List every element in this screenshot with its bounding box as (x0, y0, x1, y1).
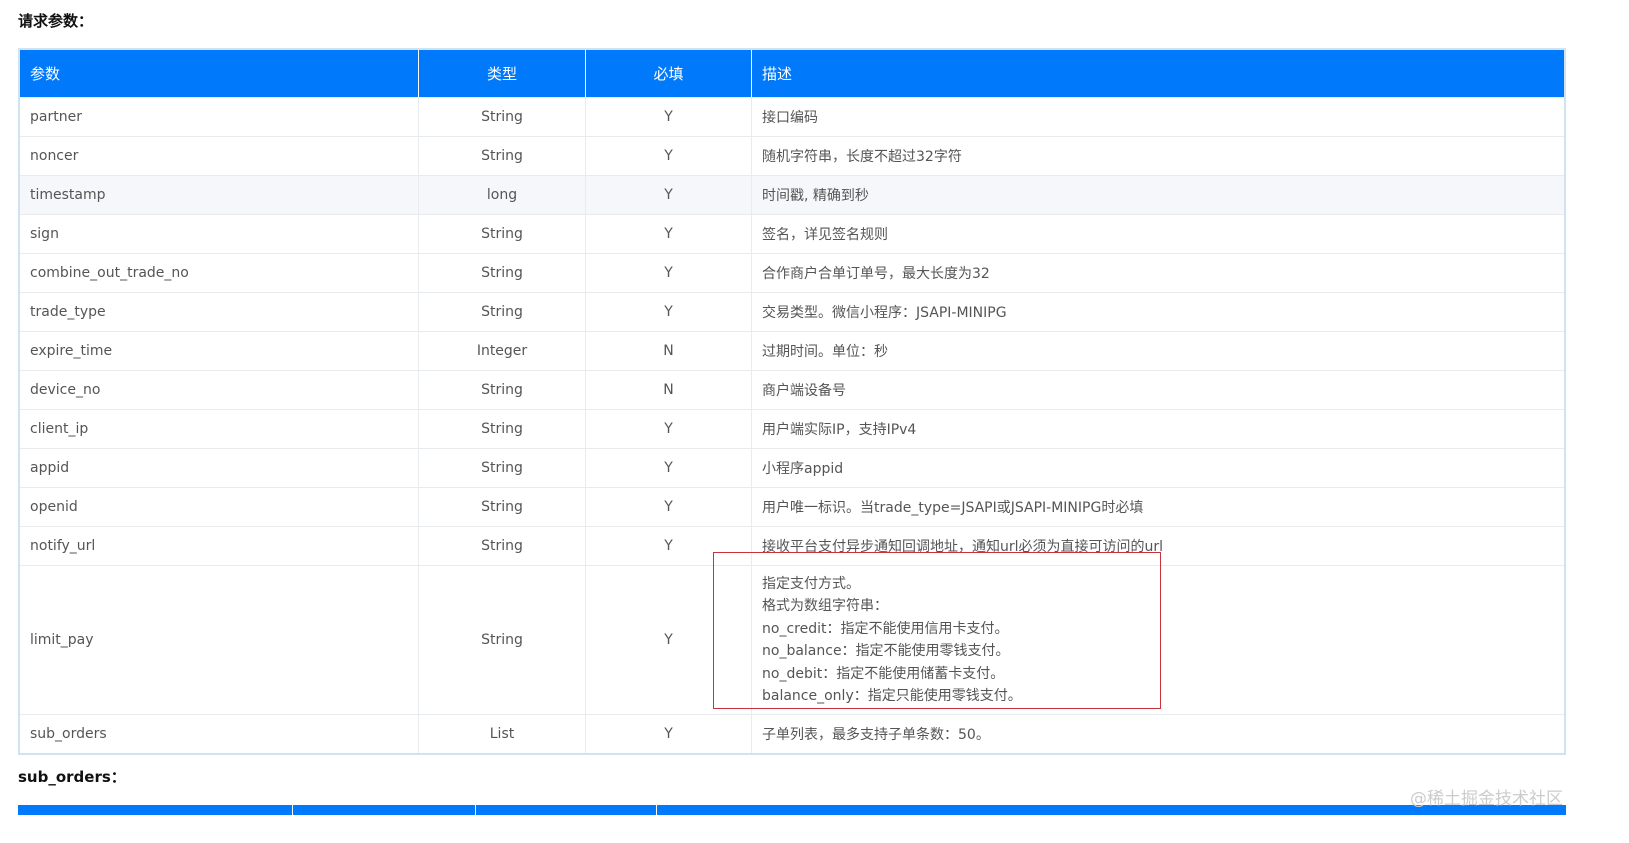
cell-type: long (418, 175, 586, 215)
table-row: combine_out_trade_no String Y 合作商户合单订单号，最大长… (19, 253, 1566, 293)
cell-desc: 用户端实际IP，支持IPv4 (751, 409, 1566, 449)
cell-param: combine_out_trade_no (19, 253, 419, 293)
cell-param: notify_url (19, 526, 419, 566)
table-row: appid String Y 小程序appid (19, 448, 1566, 488)
cell-param: sign (19, 214, 419, 254)
cell-type: String (418, 97, 586, 137)
cell-type: Integer (418, 331, 586, 371)
cell-desc: 随机字符串，长度不超过32字符 (751, 136, 1566, 176)
cell-required: Y (585, 448, 752, 488)
cell-required: Y (585, 136, 752, 176)
table-row: openid String Y 用户唯一标识。当trade_type=JSAPI或JS… (19, 487, 1566, 527)
cell-type: String (418, 136, 586, 176)
cell-desc: 合作商户合单订单号，最大长度为32 (751, 253, 1566, 293)
cell-required: N (585, 331, 752, 371)
cell-param: timestamp (19, 175, 419, 215)
cell-type: String (418, 487, 586, 527)
cell-type: String (418, 448, 586, 488)
cell-desc: 签名，详见签名规则 (751, 214, 1566, 254)
cell-type: String (418, 370, 586, 410)
cell-desc: 用户唯一标识。当trade_type=JSAPI或JSAPI-MINIPG时必填 (751, 487, 1566, 527)
cell-type: String (418, 565, 586, 715)
cell-param: partner (19, 97, 419, 137)
cell-param: sub_orders (19, 714, 419, 754)
cell-required: Y (585, 487, 752, 527)
col-param: 参数 (19, 49, 419, 98)
cell-desc: 交易类型。微信小程序：JSAPI-MINIPG (751, 292, 1566, 332)
cell-param: limit_pay (19, 565, 419, 715)
cell-required: N (585, 370, 752, 410)
col-desc: 描述 (751, 49, 1566, 98)
section-heading: 请求参数： (18, 12, 94, 30)
cell-desc: 接口编码 (751, 97, 1566, 137)
cell-type: String (418, 409, 586, 449)
cell-required: Y (585, 253, 752, 293)
cell-desc: 时间戳, 精确到秒 (751, 175, 1566, 215)
cell-param: openid (19, 487, 419, 527)
cell-required: Y (585, 409, 752, 449)
cell-type: List (418, 714, 586, 754)
cell-type: String (418, 253, 586, 293)
cell-required: Y (585, 175, 752, 215)
table-row: client_ip String Y 用户端实际IP，支持IPv4 (19, 409, 1566, 449)
cell-required: Y (585, 292, 752, 332)
cell-desc: 小程序appid (751, 448, 1566, 488)
table-row: expire_time Integer N 过期时间。单位：秒 (19, 331, 1566, 371)
table-row: sub_orders List Y 子单列表，最多支持子单条数：50。 (19, 714, 1566, 754)
cell-desc: 子单列表，最多支持子单条数：50。 (751, 714, 1566, 754)
table-row: partner String Y 接口编码 (19, 97, 1566, 137)
col-type: 类型 (418, 49, 586, 98)
table-row: sign String Y 签名，详见签名规则 (19, 214, 1566, 254)
cell-type: String (418, 292, 586, 332)
cell-type: String (418, 214, 586, 254)
table-row: device_no String N 商户端设备号 (19, 370, 1566, 410)
cell-type: String (418, 526, 586, 566)
cell-param: device_no (19, 370, 419, 410)
cell-desc: 过期时间。单位：秒 (751, 331, 1566, 371)
table-row: timestamp long Y 时间戳, 精确到秒 (19, 175, 1566, 215)
watermark: @稀土掘金技术社区 (1410, 789, 1563, 809)
cell-param: expire_time (19, 331, 419, 371)
cell-param: trade_type (19, 292, 419, 332)
highlight-box (713, 552, 1161, 709)
section-heading-sub-orders: sub_orders： (18, 768, 126, 786)
cell-desc: 商户端设备号 (751, 370, 1566, 410)
col-required: 必填 (585, 49, 752, 98)
cell-param: client_ip (19, 409, 419, 449)
sub-orders-table-header (18, 805, 1566, 815)
cell-required: Y (585, 714, 752, 754)
cell-required: Y (585, 97, 752, 137)
cell-param: noncer (19, 136, 419, 176)
cell-param: appid (19, 448, 419, 488)
table-row: noncer String Y 随机字符串，长度不超过32字符 (19, 136, 1566, 176)
table-row: trade_type String Y 交易类型。微信小程序：JSAPI-MINIPG (19, 292, 1566, 332)
cell-required: Y (585, 214, 752, 254)
